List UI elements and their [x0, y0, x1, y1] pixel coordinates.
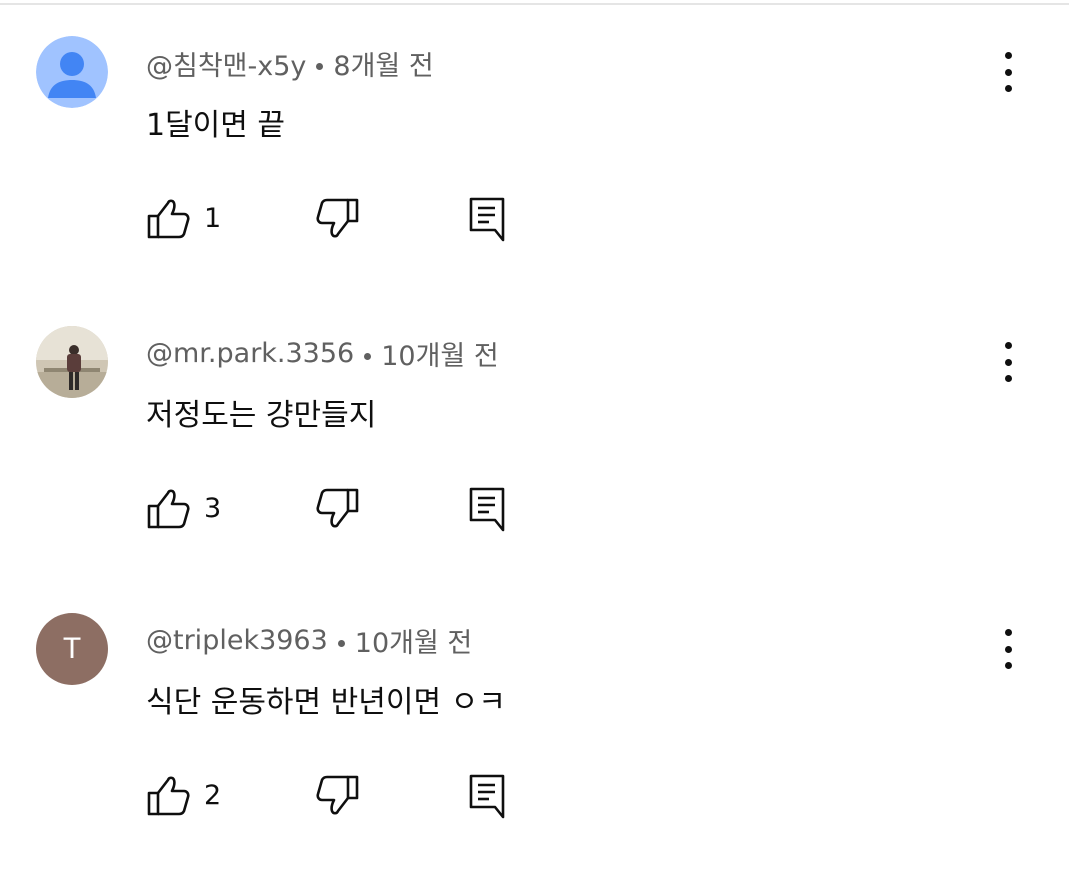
reply-comment-icon [469, 487, 505, 532]
comment-text: 1달이면 끝 [146, 108, 286, 143]
separator-dot [364, 353, 372, 360]
comment-item: T @triplek3963 10개월 전 식단 운동하면 반년이면 ㅇㅋ 2 [0, 577, 1069, 857]
more-vertical-icon[interactable] [990, 52, 1026, 92]
comment-meta: @triplek3963 10개월 전 [146, 621, 472, 660]
reply-button[interactable] [468, 486, 508, 532]
comment-meta: @침착맨-x5y 8개월 전 [146, 44, 434, 83]
like-button[interactable]: 1 [146, 196, 221, 240]
author-handle[interactable]: @mr.park.3356 [146, 338, 354, 369]
reply-comment-icon [469, 774, 505, 819]
dislike-button[interactable] [316, 486, 360, 530]
comment-item: @mr.park.3356 10개월 전 저정도는 걍만들지 3 [0, 290, 1069, 570]
avatar-letter: T [62, 632, 82, 665]
dislike-button[interactable] [316, 196, 360, 240]
comment-text: 저정도는 걍만들지 [146, 398, 377, 433]
like-button[interactable]: 2 [146, 773, 221, 817]
reply-comment-icon [469, 197, 505, 242]
comment-item: @침착맨-x5y 8개월 전 1달이면 끝 1 [0, 0, 1069, 280]
comment-actions: 1 [146, 196, 546, 242]
thumb-up-icon [147, 199, 190, 239]
default-person-avatar-icon [36, 36, 108, 108]
comment-actions: 2 [146, 773, 546, 819]
comment-time: 10개월 전 [354, 628, 473, 659]
separator-dot [337, 640, 345, 647]
thumb-down-icon [316, 775, 359, 815]
photo-avatar-icon [36, 326, 108, 398]
comment-time: 8개월 전 [333, 51, 434, 82]
like-button[interactable]: 3 [146, 486, 221, 530]
like-count: 2 [204, 779, 222, 811]
comment-meta: @mr.park.3356 10개월 전 [146, 334, 499, 373]
comment-text: 식단 운동하면 반년이면 ㅇㅋ [146, 685, 506, 720]
comment-actions: 3 [146, 486, 546, 532]
avatar[interactable] [36, 36, 108, 108]
more-vertical-icon[interactable] [990, 629, 1026, 669]
like-count: 3 [204, 492, 222, 524]
avatar[interactable]: T [36, 613, 108, 685]
comments-page: @침착맨-x5y 8개월 전 1달이면 끝 1 @mr.park.3356 10… [0, 0, 1069, 873]
comment-time: 10개월 전 [381, 341, 499, 372]
thumb-up-icon [147, 489, 190, 529]
reply-button[interactable] [468, 196, 508, 242]
like-count: 1 [204, 202, 222, 234]
thumb-down-icon [316, 488, 359, 528]
more-vertical-icon[interactable] [990, 342, 1026, 382]
avatar[interactable] [36, 326, 108, 398]
thumb-down-icon [316, 198, 359, 238]
separator-dot [316, 63, 324, 70]
dislike-button[interactable] [316, 773, 360, 817]
reply-button[interactable] [468, 773, 508, 819]
author-handle[interactable]: @침착맨-x5y [146, 44, 306, 83]
author-handle[interactable]: @triplek3963 [146, 625, 328, 656]
thumb-up-icon [147, 776, 190, 816]
